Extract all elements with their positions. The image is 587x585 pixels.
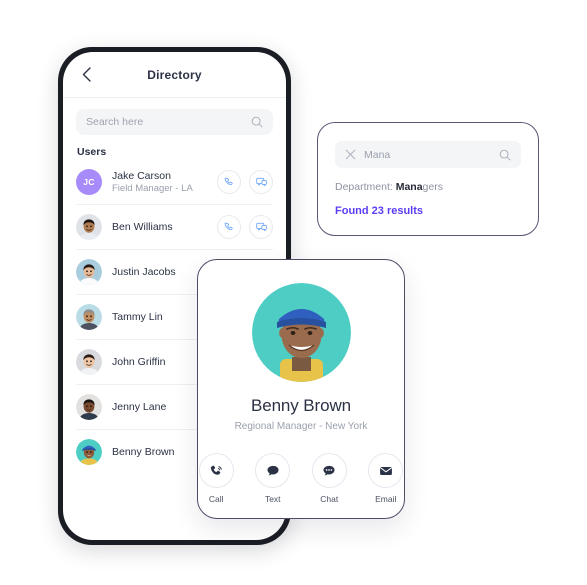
action-icon-circle	[198, 453, 234, 488]
profile-card: Benny Brown Regional Manager - New York …	[197, 259, 405, 519]
search-input[interactable]	[86, 116, 251, 128]
phone-icon	[224, 222, 233, 230]
action-label: Call	[208, 494, 224, 504]
phone-icon	[224, 177, 233, 185]
phone-search-section	[63, 98, 286, 135]
avatar-photo-icon	[76, 214, 102, 240]
avatar-photo-icon	[76, 259, 102, 285]
action-icon-circle	[255, 453, 291, 488]
call-button[interactable]	[217, 215, 241, 239]
department-rest: gers	[422, 181, 443, 193]
profile-avatar	[251, 283, 351, 382]
search-icon	[251, 116, 263, 128]
profile-role: Regional Manager - New York	[234, 421, 368, 432]
department-match-line: Department: Managers	[335, 181, 521, 193]
envelope-icon	[379, 466, 392, 475]
chat-dots-icon	[323, 465, 335, 475]
results-count: Found 23 results	[335, 205, 424, 217]
action-email-button[interactable]: Email	[368, 453, 405, 504]
search-result-card: Department: Managers Found 23 results	[317, 122, 539, 236]
call-button[interactable]	[217, 170, 241, 194]
avatar	[76, 394, 102, 420]
avatar-initials: JC	[83, 177, 95, 187]
list-item-text: Jake Carson Field Manager - LA	[112, 170, 217, 195]
phone-icon	[211, 465, 223, 475]
user-subtitle: Field Manager - LA	[112, 182, 193, 194]
user-name: Jake Carson	[112, 169, 171, 182]
avatar	[76, 259, 102, 285]
back-button[interactable]	[77, 66, 95, 84]
avatar-photo-icon	[76, 394, 102, 420]
action-text-button[interactable]: Text	[255, 453, 292, 504]
user-name: Ben Williams	[112, 220, 173, 233]
chat-icon	[255, 177, 267, 186]
avatar	[76, 304, 102, 330]
page-title: Directory	[147, 67, 202, 82]
action-icon-circle	[311, 453, 347, 488]
row-actions	[217, 170, 273, 194]
avatar-photo-icon	[76, 304, 102, 330]
avatar-photo-icon	[76, 439, 102, 465]
action-label: Text	[264, 494, 281, 504]
action-chat-button[interactable]: Chat	[311, 453, 348, 504]
section-label-users: Users	[77, 146, 107, 158]
search-icon	[499, 149, 511, 160]
profile-actions: Call Text Chat Email	[198, 453, 404, 504]
avatar: JC	[76, 169, 102, 195]
department-prefix: Department:	[335, 181, 396, 193]
search-card-input[interactable]	[364, 148, 499, 161]
speech-bubble-icon	[267, 465, 279, 475]
chevron-left-icon	[82, 67, 91, 82]
profile-name: Benny Brown	[250, 396, 351, 415]
list-item-text: Ben Williams	[112, 221, 217, 234]
avatar	[76, 214, 102, 240]
chat-button[interactable]	[249, 170, 273, 194]
action-call-button[interactable]: Call	[198, 453, 235, 504]
action-label: Chat	[320, 494, 339, 504]
chat-icon	[255, 222, 267, 231]
avatar-photo-icon	[76, 349, 102, 375]
chat-button[interactable]	[249, 215, 273, 239]
list-item[interactable]: JC Jake Carson Field Manager - LA	[76, 160, 273, 205]
action-icon-circle	[368, 453, 404, 488]
list-item[interactable]: Ben Williams	[76, 205, 273, 250]
row-actions	[217, 215, 273, 239]
search-bar[interactable]	[76, 109, 273, 135]
avatar	[76, 439, 102, 465]
action-label: Email	[375, 494, 397, 504]
search-card-bar[interactable]	[335, 141, 521, 168]
department-match-highlight: Mana	[395, 181, 423, 193]
avatar	[76, 349, 102, 375]
avatar-portrait-icon	[251, 283, 351, 382]
close-icon[interactable]	[345, 149, 356, 160]
phone-header: Directory	[63, 52, 286, 98]
